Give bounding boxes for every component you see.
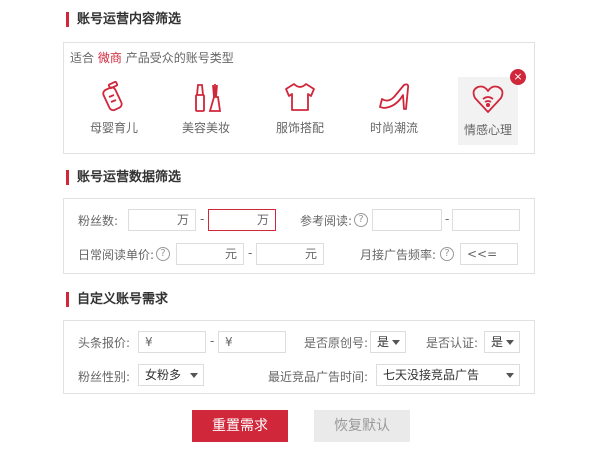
original-select[interactable]: 是 [370, 331, 406, 353]
monthly-ad-input[interactable]: <<= [460, 243, 518, 265]
headline-price-label: 头条报价: [78, 336, 131, 350]
help-icon[interactable]: ? [156, 247, 170, 261]
section-title-content: 账号运营内容筛选 [66, 12, 181, 27]
data-filter-panel: 粉丝数: 万 - 万 参考阅读: ? - 日常阅读单价: ? 元 - 元 月接广… [63, 198, 535, 274]
price-max-input[interactable]: 元 [256, 243, 324, 265]
chevron-down-icon [506, 340, 514, 345]
ref-read-min-input[interactable] [372, 209, 442, 231]
fans-min-input[interactable]: 万 [128, 209, 196, 231]
heart-icon [470, 81, 506, 117]
original-label: 是否原创号: [304, 336, 369, 350]
suitability-text: 适合 微商 产品受众的账号类型 [70, 51, 234, 65]
restore-default-button[interactable]: 恢复默认 [314, 410, 410, 442]
range-dash: - [200, 212, 205, 226]
range-dash: - [248, 246, 253, 260]
chevron-down-icon [392, 340, 400, 345]
help-icon[interactable]: ? [440, 247, 454, 261]
verified-label: 是否认证: [426, 336, 479, 350]
high-heel-icon [376, 79, 412, 115]
range-dash: - [210, 334, 215, 348]
category-apparel[interactable]: 服饰搭配 [264, 75, 336, 143]
makeup-icon [188, 79, 224, 115]
fans-max-input[interactable]: 万 [208, 209, 276, 231]
category-fashion[interactable]: 时尚潮流 [358, 75, 430, 143]
ref-read-max-input[interactable] [452, 209, 520, 231]
category-emotion[interactable]: 情感心理 × [458, 69, 526, 145]
gender-label: 粉丝性别: [78, 370, 131, 384]
recent-ad-label: 最近竞品广告时间: [268, 370, 369, 384]
help-icon[interactable]: ? [354, 213, 368, 227]
daily-price-label: 日常阅读单价: [78, 248, 155, 262]
category-beauty[interactable]: 美容美妆 [170, 75, 242, 143]
headline-price-max-input[interactable]: ¥ [218, 331, 286, 353]
recent-ad-select[interactable]: 七天没接竞品广告 [376, 364, 520, 386]
verified-select[interactable]: 是 [484, 331, 520, 353]
ref-read-label: 参考阅读: [300, 214, 353, 228]
chevron-down-icon [190, 373, 198, 378]
close-icon[interactable]: × [510, 69, 526, 85]
baby-bottle-icon [96, 79, 132, 115]
chevron-down-icon [506, 373, 514, 378]
brand-tag: 微商 [97, 51, 122, 65]
section-title-custom: 自定义账号需求 [66, 292, 168, 307]
headline-price-min-input[interactable]: ¥ [138, 331, 206, 353]
monthly-ad-label: 月接广告频率: [360, 248, 437, 262]
gender-select[interactable]: 女粉多 [138, 364, 204, 386]
custom-filter-panel: 头条报价: ¥ - ¥ 是否原创号: 是 是否认证: 是 粉丝性别: 女粉多 最… [63, 320, 535, 394]
fans-label: 粉丝数: [78, 214, 119, 228]
category-baby[interactable]: 母婴育儿 [78, 75, 150, 143]
tshirt-icon [282, 79, 318, 115]
range-dash: - [445, 212, 450, 226]
price-min-input[interactable]: 元 [176, 243, 244, 265]
content-filter-panel: 适合 微商 产品受众的账号类型 母婴育儿 美容美妆 服饰搭配 时尚潮流 情感心理… [63, 42, 535, 154]
section-title-data: 账号运营数据筛选 [66, 170, 181, 185]
reset-button[interactable]: 重置需求 [192, 410, 288, 442]
